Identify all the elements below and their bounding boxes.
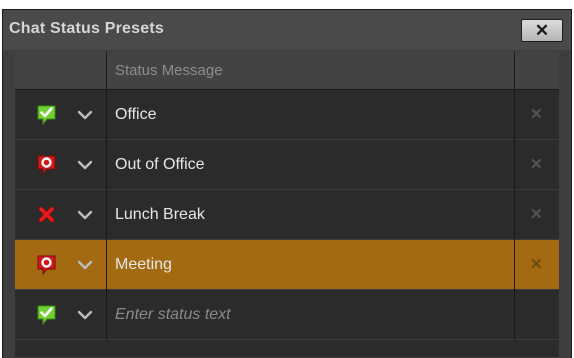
red-x-icon	[37, 205, 56, 225]
status-dropdown-chevron-icon[interactable]	[77, 308, 93, 320]
table-header: Status Message	[15, 52, 559, 90]
status-presets-table: Status Message Office ✕ Out of Office ✕ Lunc…	[15, 52, 559, 357]
green-check-icon	[37, 305, 56, 326]
status-dropdown-chevron-icon[interactable]	[77, 258, 93, 270]
table-row[interactable]: Meeting ✕	[15, 240, 559, 290]
delete-row-button[interactable]: ✕	[530, 157, 543, 172]
status-dropdown-chevron-icon[interactable]	[77, 108, 93, 120]
status-message-text: Meeting	[115, 256, 172, 273]
new-status-input[interactable]	[115, 306, 495, 324]
status-message-text: Lunch Break	[115, 206, 205, 223]
message-cell[interactable]: Office	[107, 90, 515, 140]
status-cell	[15, 190, 107, 240]
status-message-text: Office	[115, 106, 157, 123]
close-icon: ✕	[534, 21, 550, 40]
delete-row-button[interactable]: ✕	[530, 257, 543, 272]
message-cell[interactable]: Meeting	[107, 240, 515, 290]
delete-cell: ✕	[515, 90, 559, 140]
status-dropdown-chevron-icon[interactable]	[77, 208, 93, 220]
header-status-column	[15, 52, 107, 89]
green-check-icon	[37, 105, 56, 126]
chat-status-presets-dialog: Chat Status Presets ✕ Status Message Off…	[3, 10, 571, 358]
new-status-row[interactable]	[15, 290, 559, 340]
status-cell	[15, 290, 107, 340]
status-cell	[15, 240, 107, 290]
status-message-text: Out of Office	[115, 156, 205, 173]
header-message-column[interactable]: Status Message	[107, 52, 515, 89]
dialog-titlebar[interactable]: Chat Status Presets ✕	[3, 10, 571, 50]
delete-cell: ✕	[515, 190, 559, 240]
status-dropdown-chevron-icon[interactable]	[77, 158, 93, 170]
message-cell[interactable]: Out of Office	[107, 140, 515, 190]
delete-cell: ✕	[515, 140, 559, 190]
message-cell[interactable]	[107, 290, 515, 340]
delete-row-button[interactable]: ✕	[530, 207, 543, 222]
table-row[interactable]: Out of Office ✕	[15, 140, 559, 190]
delete-cell: ✕	[515, 240, 559, 290]
table-row[interactable]: Lunch Break ✕	[15, 190, 559, 240]
red-ring-icon	[37, 155, 56, 176]
close-button[interactable]: ✕	[521, 19, 563, 42]
header-delete-column	[515, 52, 559, 89]
dialog-title: Chat Status Presets	[9, 20, 164, 37]
red-ring-icon	[37, 255, 56, 276]
status-cell	[15, 90, 107, 140]
message-cell[interactable]: Lunch Break	[107, 190, 515, 240]
table-row[interactable]: Office ✕	[15, 90, 559, 140]
header-message-label: Status Message	[115, 62, 223, 79]
status-cell	[15, 140, 107, 190]
delete-row-button[interactable]: ✕	[530, 107, 543, 122]
delete-cell	[515, 290, 559, 340]
